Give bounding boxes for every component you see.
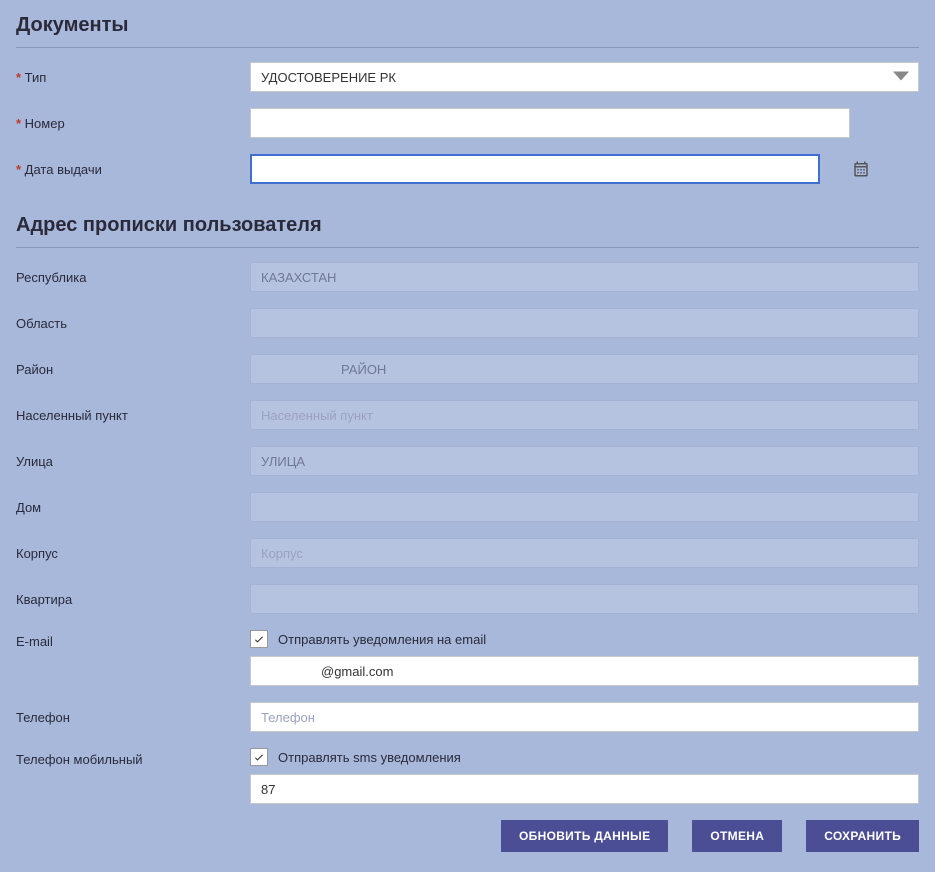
street-input[interactable] xyxy=(250,446,919,476)
sms-notify-label: Отправлять sms уведомления xyxy=(278,750,461,765)
save-button[interactable]: СОХРАНИТЬ xyxy=(806,820,919,852)
email-input[interactable] xyxy=(250,656,919,686)
sms-notify-checkbox[interactable] xyxy=(250,748,268,766)
number-input[interactable] xyxy=(250,108,850,138)
settlement-label: Населенный пункт xyxy=(16,408,250,423)
issue-date-label: Дата выдачи xyxy=(16,162,250,177)
apartment-input[interactable] xyxy=(250,584,919,614)
building-input[interactable] xyxy=(250,538,919,568)
number-label: Номер xyxy=(16,116,250,131)
address-heading: Адрес прописки пользователя xyxy=(16,200,919,247)
email-notify-label: Отправлять уведомления на email xyxy=(278,632,486,647)
settlement-input[interactable] xyxy=(250,400,919,430)
house-label: Дом xyxy=(16,500,250,515)
region-input[interactable] xyxy=(250,308,919,338)
email-notify-checkbox[interactable] xyxy=(250,630,268,648)
phone-input[interactable] xyxy=(250,702,919,732)
district-input[interactable] xyxy=(250,354,919,384)
building-label: Корпус xyxy=(16,546,250,561)
phone-label: Телефон xyxy=(16,710,250,725)
apartment-label: Квартира xyxy=(16,592,250,607)
region-label: Область xyxy=(16,316,250,331)
mobile-input[interactable] xyxy=(250,774,919,804)
mobile-label: Телефон мобильный xyxy=(16,748,250,767)
type-select-value[interactable] xyxy=(250,62,919,92)
check-icon xyxy=(253,633,265,645)
issue-date-input[interactable] xyxy=(250,154,820,184)
divider xyxy=(16,247,919,248)
calendar-icon[interactable] xyxy=(852,160,870,178)
republic-label: Республика xyxy=(16,270,250,285)
email-label: E-mail xyxy=(16,630,250,649)
republic-input xyxy=(250,262,919,292)
type-label: Тип xyxy=(16,70,250,85)
house-input[interactable] xyxy=(250,492,919,522)
street-label: Улица xyxy=(16,454,250,469)
update-button[interactable]: ОБНОВИТЬ ДАННЫЕ xyxy=(501,820,668,852)
district-label: Район xyxy=(16,362,250,377)
cancel-button[interactable]: ОТМЕНА xyxy=(692,820,782,852)
check-icon xyxy=(253,751,265,763)
type-select[interactable] xyxy=(250,62,919,92)
documents-heading: Документы xyxy=(16,0,919,47)
divider xyxy=(16,47,919,48)
